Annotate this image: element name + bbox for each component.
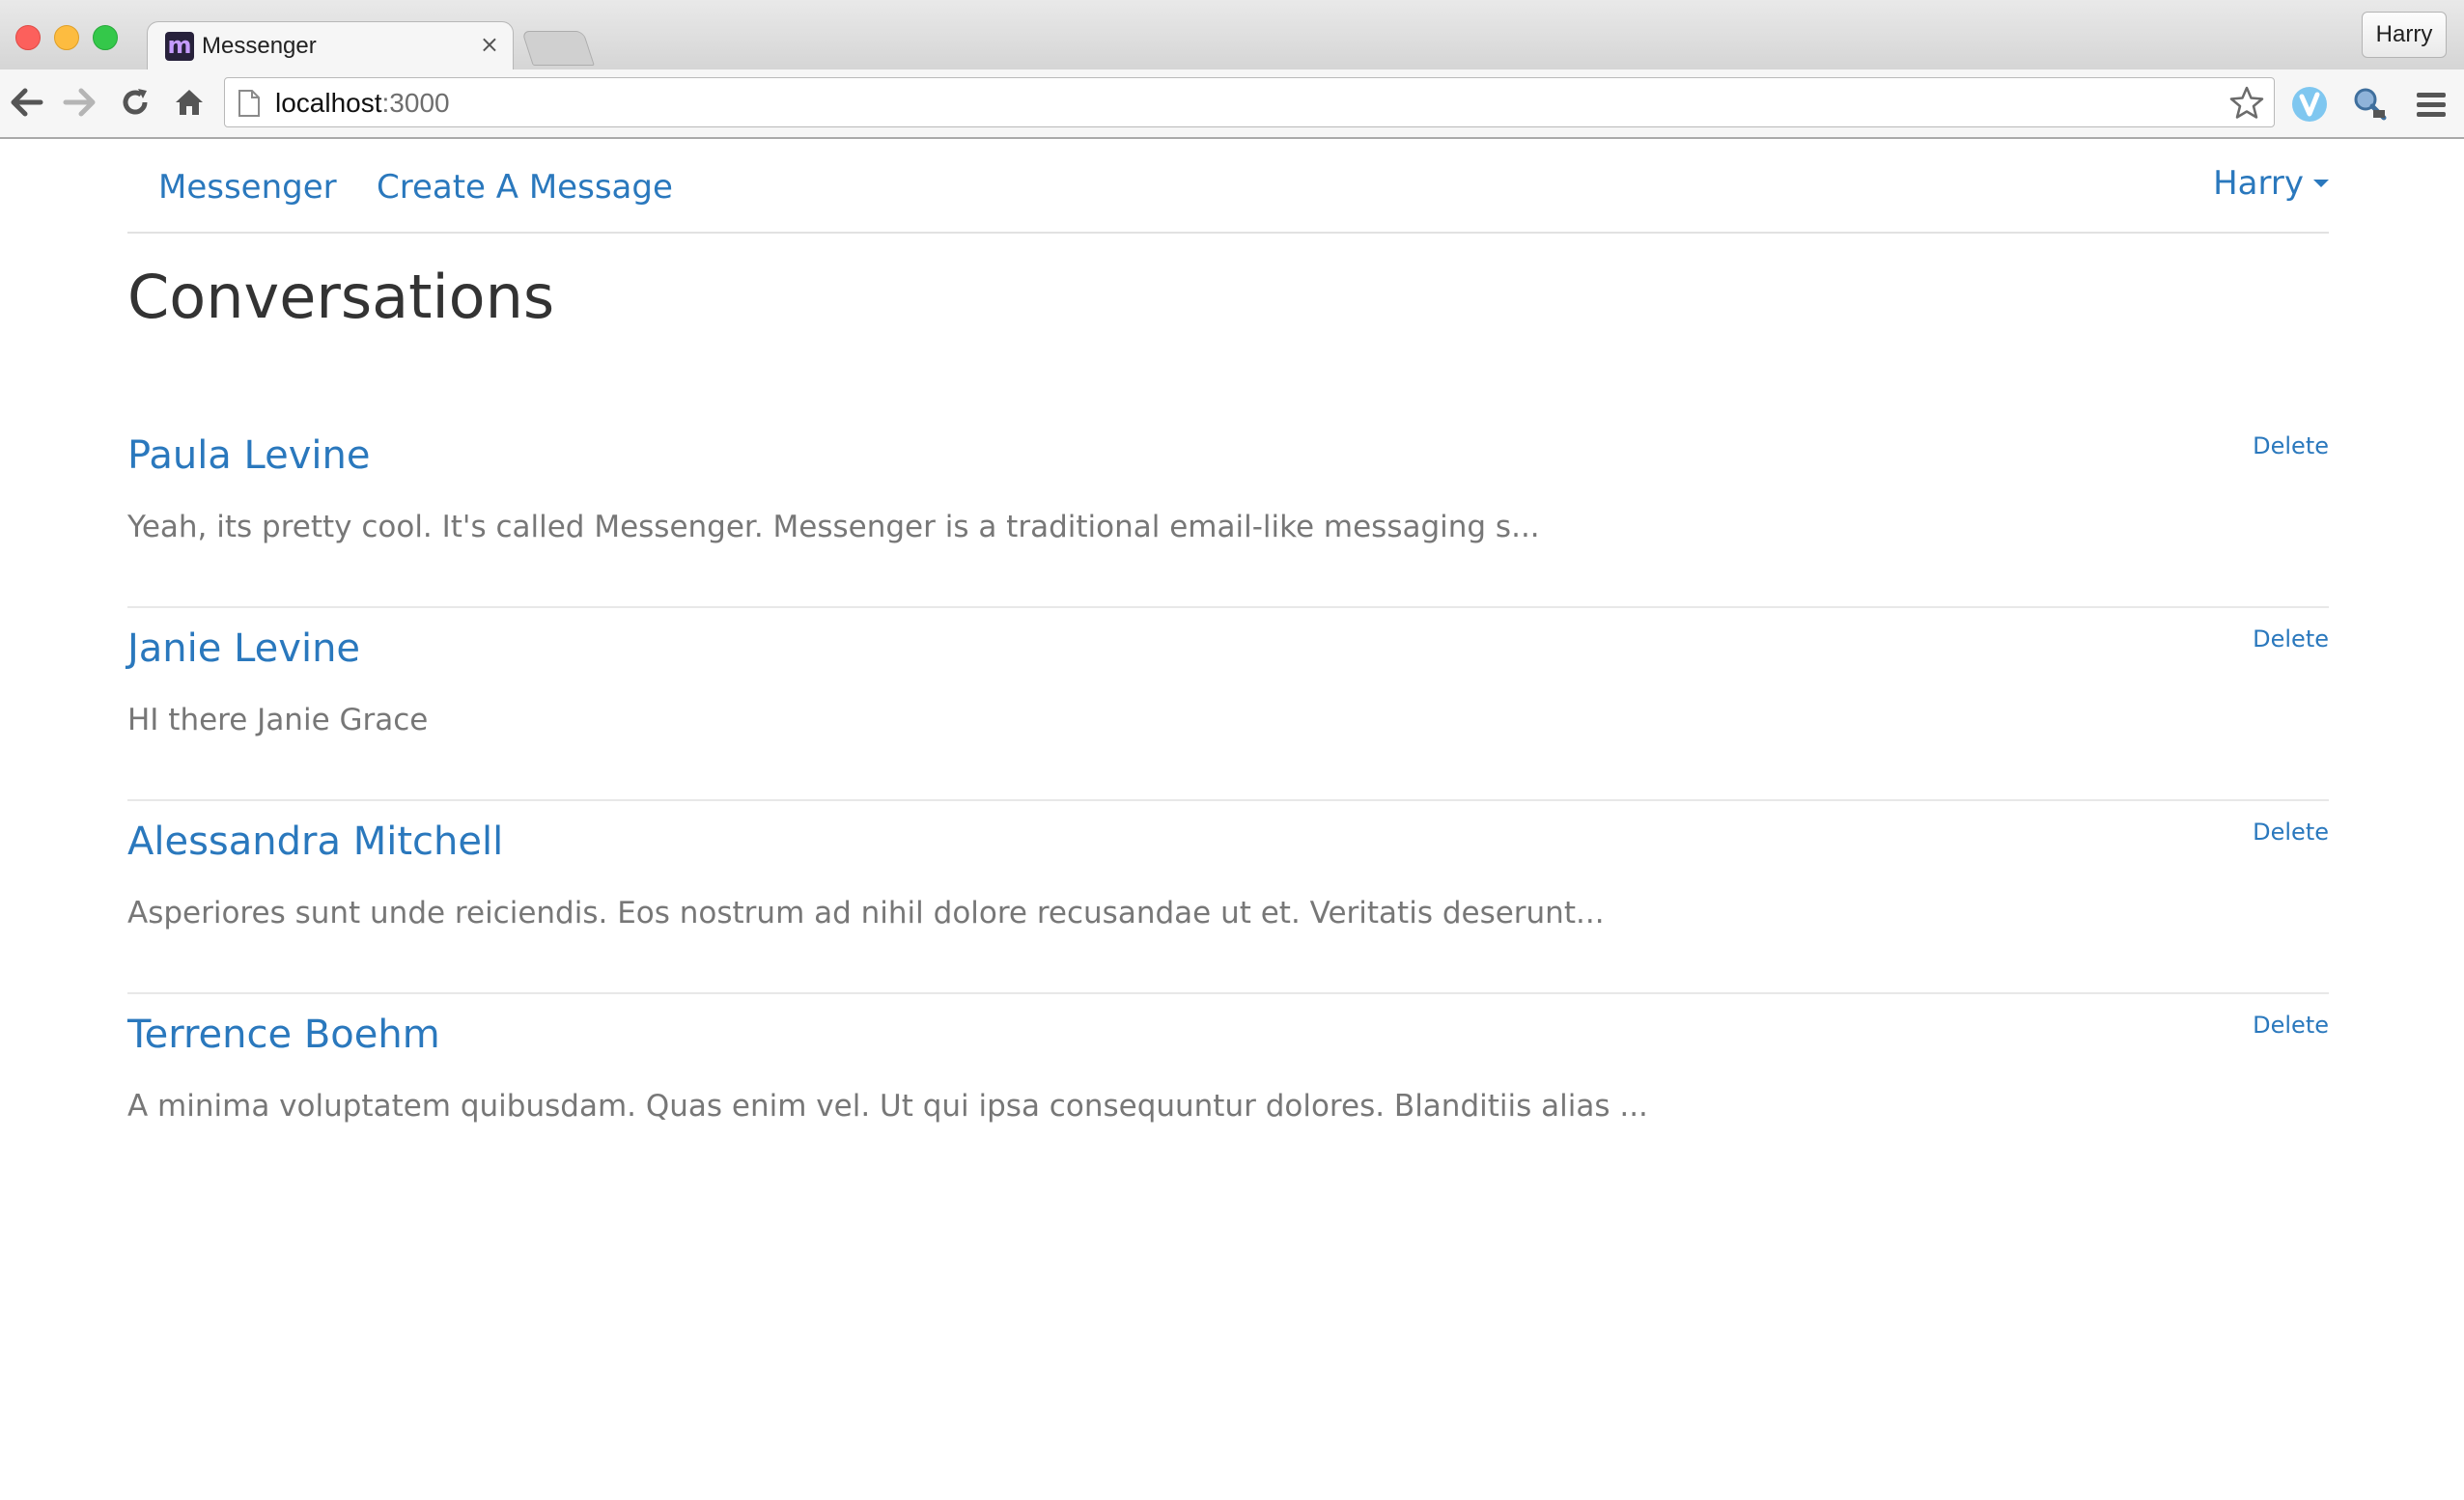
conversation-name-link[interactable]: Janie Levine: [127, 625, 360, 672]
user-menu-label: Harry: [2213, 164, 2304, 203]
tab-bar: m Messenger × Harry: [0, 0, 2464, 69]
vimium-extension-icon[interactable]: [2288, 83, 2331, 125]
url-host: localhost: [275, 88, 382, 118]
conversation-list: Paula Levine Yeah, its pretty cool. It's…: [127, 415, 2329, 1187]
home-icon[interactable]: [170, 83, 209, 122]
conversation-item: Janie Levine HI there Janie Grace Delete: [127, 608, 2329, 801]
browser-tab[interactable]: m Messenger ×: [147, 21, 514, 69]
delete-conversation-button[interactable]: Delete: [2253, 817, 2329, 847]
browser-window: m Messenger × Harry localhost:3000 Messe…: [0, 0, 2464, 1500]
conversation-preview: A minima voluptatem quibusdam. Quas enim…: [127, 1089, 1648, 1124]
nav-brand-link[interactable]: Messenger: [158, 168, 337, 207]
conversation-name-link[interactable]: Paula Levine: [127, 432, 370, 479]
tab-close-icon[interactable]: ×: [480, 30, 499, 59]
browser-toolbar: localhost:3000: [0, 69, 2464, 139]
new-tab-button[interactable]: [521, 31, 595, 66]
window-close-button[interactable]: [15, 25, 41, 50]
page-title: Conversations: [127, 262, 555, 332]
forward-arrow-icon[interactable]: [60, 83, 98, 122]
delete-conversation-button[interactable]: Delete: [2253, 1010, 2329, 1041]
page-icon: [238, 90, 260, 121]
window-maximize-button[interactable]: [93, 25, 118, 50]
site-navbar: Messenger Create A Message Harry: [127, 139, 2329, 234]
conversation-name-link[interactable]: Terrence Boehm: [127, 1012, 440, 1058]
conversation-item: Alessandra Mitchell Asperiores sunt unde…: [127, 801, 2329, 994]
url-port: :3000: [381, 88, 450, 118]
window-minimize-button[interactable]: [54, 25, 79, 50]
page-container: Messenger Create A Message Harry Convers…: [127, 139, 2329, 1124]
delete-conversation-button[interactable]: Delete: [2253, 431, 2329, 461]
reload-icon[interactable]: [116, 83, 154, 122]
conversation-preview: Yeah, its pretty cool. It's called Messe…: [127, 510, 1540, 544]
back-arrow-icon[interactable]: [8, 83, 46, 122]
conversation-preview: Asperiores sunt unde reiciendis. Eos nos…: [127, 896, 1605, 931]
bookmark-star-icon[interactable]: [2229, 86, 2264, 123]
address-bar[interactable]: localhost:3000: [224, 77, 2275, 127]
url-text[interactable]: localhost:3000: [275, 88, 450, 119]
conversation-item: Terrence Boehm A minima voluptatem quibu…: [127, 994, 2329, 1187]
web-page: Messenger Create A Message Harry Convers…: [0, 139, 2464, 1500]
hamburger-menu-icon[interactable]: [2410, 83, 2452, 125]
conversation-name-link[interactable]: Alessandra Mitchell: [127, 819, 503, 865]
caret-down-icon: [2313, 179, 2329, 187]
profile-button[interactable]: Harry: [2362, 12, 2447, 58]
conversation-item: Paula Levine Yeah, its pretty cool. It's…: [127, 415, 2329, 608]
tab-title: Messenger: [202, 33, 317, 59]
delete-conversation-button[interactable]: Delete: [2253, 624, 2329, 654]
conversation-preview: HI there Janie Grace: [127, 703, 429, 737]
inspector-extension-icon[interactable]: [2348, 83, 2391, 125]
messenger-favicon-icon: m: [165, 32, 194, 61]
user-menu-dropdown[interactable]: Harry: [2213, 164, 2329, 203]
nav-create-message-link[interactable]: Create A Message: [377, 168, 673, 207]
